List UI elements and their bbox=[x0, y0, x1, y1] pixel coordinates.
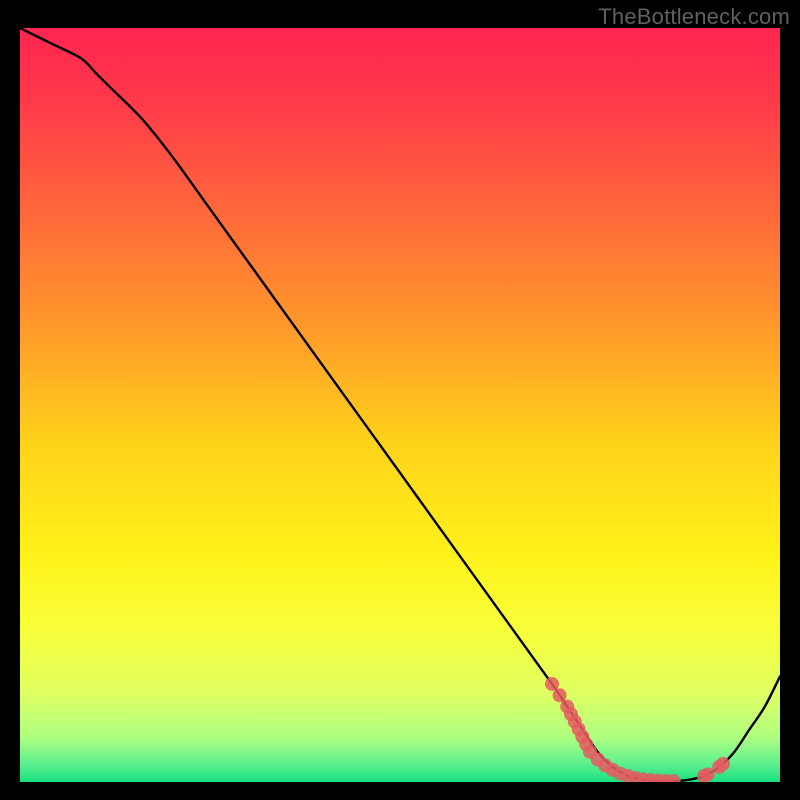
plot-area bbox=[20, 28, 780, 782]
gradient-background bbox=[20, 28, 780, 782]
data-point bbox=[716, 757, 730, 771]
bottleneck-chart bbox=[20, 28, 780, 782]
data-point bbox=[701, 767, 715, 781]
chart-frame: TheBottleneck.com bbox=[0, 0, 800, 800]
watermark-text: TheBottleneck.com bbox=[598, 4, 790, 30]
